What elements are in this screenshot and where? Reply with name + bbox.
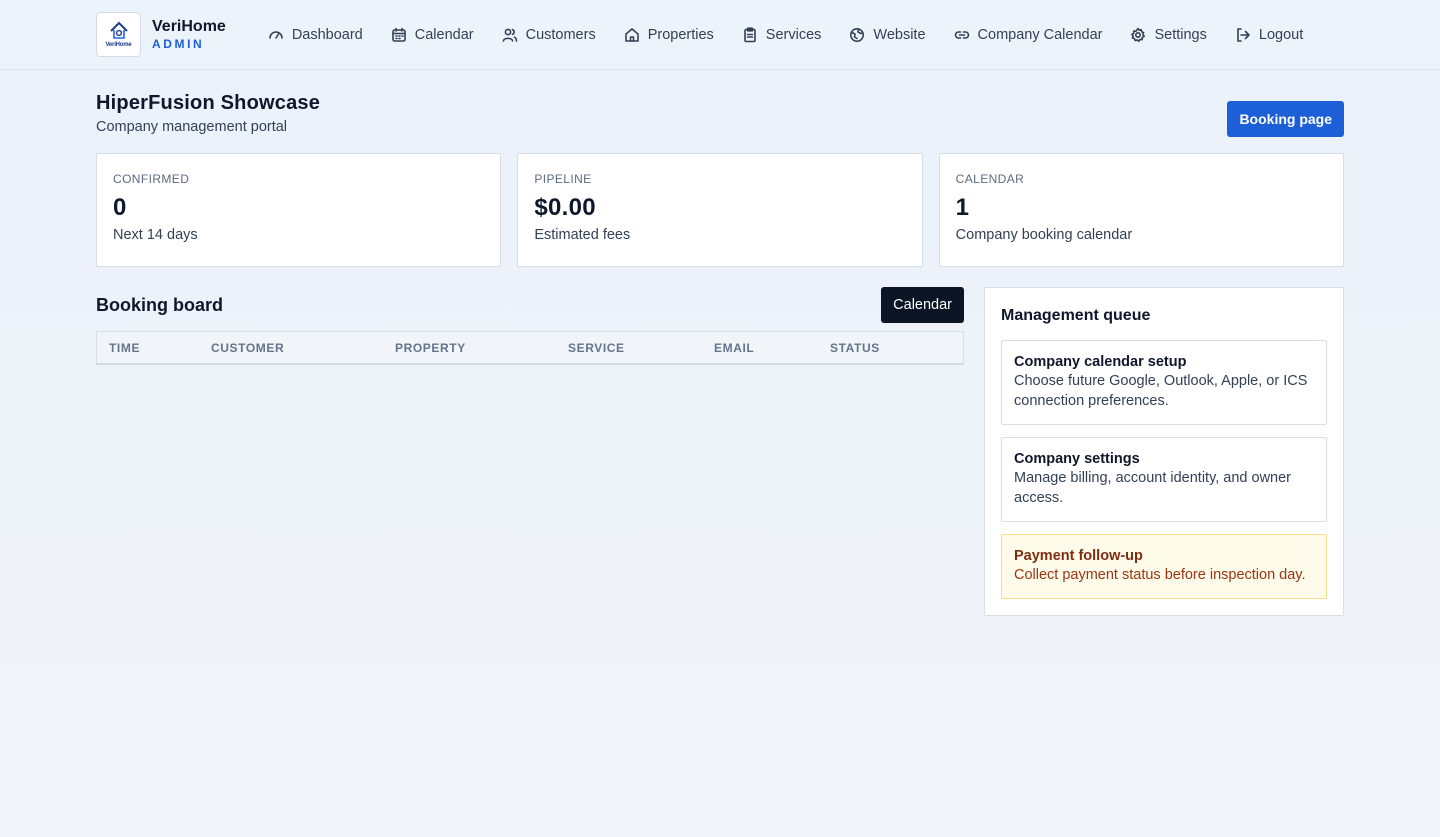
- management-queue: Management queue Company calendar setup …: [984, 287, 1344, 616]
- queue-item-payment-follow-up[interactable]: Payment follow-up Collect payment status…: [1001, 534, 1327, 599]
- globe-icon: [850, 27, 865, 42]
- nav-company-calendar[interactable]: Company Calendar: [954, 26, 1103, 43]
- nav-dashboard[interactable]: Dashboard: [268, 27, 363, 43]
- stat-label: Confirmed: [113, 172, 190, 186]
- stat-label: Calendar: [955, 172, 1025, 186]
- queue-item-title: Company calendar setup: [1014, 354, 1187, 370]
- main-content: HiperFusion Showcase Company management …: [0, 70, 1440, 616]
- nav-services[interactable]: Services: [742, 26, 822, 43]
- nav-label: Settings: [1154, 26, 1207, 43]
- stat-note: Next 14 days: [113, 227, 198, 243]
- house-logo-icon: [109, 21, 128, 39]
- queue-item-title: Company settings: [1014, 451, 1140, 467]
- booking-board-title: Booking board: [96, 294, 223, 315]
- brand[interactable]: VeriHome VeriHome ADMIN: [96, 12, 226, 57]
- booking-table-header: Time Customer Property Service Email Sta…: [96, 331, 964, 365]
- calendar-icon: [391, 27, 406, 42]
- main-nav: Dashboard Calendar Customers Properties …: [268, 27, 1303, 43]
- nav-label: Company Calendar: [977, 26, 1103, 43]
- stat-note: Estimated fees: [534, 227, 631, 243]
- dashboard-gauge-icon: [269, 30, 283, 39]
- calendar-button[interactable]: Calendar: [881, 287, 964, 323]
- nav-label: Website: [873, 26, 926, 43]
- column-header-email[interactable]: Email: [702, 341, 818, 355]
- column-header-property[interactable]: Property: [383, 341, 556, 355]
- nav-website[interactable]: Website: [849, 26, 926, 43]
- home-icon: [624, 27, 639, 42]
- lower-section: Booking board Calendar Time Customer Pro…: [96, 287, 1344, 616]
- nav-label: Services: [765, 26, 822, 43]
- queue-item-text: Collect payment status before inspection…: [1014, 567, 1306, 583]
- clipboard-icon: [743, 26, 756, 42]
- nav-label: Logout: [1258, 26, 1304, 43]
- stat-card-confirmed: Confirmed 0 Next 14 days: [96, 153, 502, 267]
- nav-label: Properties: [647, 26, 714, 43]
- nav-calendar[interactable]: Calendar: [391, 27, 474, 43]
- stat-label: Pipeline: [534, 172, 592, 186]
- nav-settings[interactable]: Settings: [1130, 26, 1207, 43]
- stat-note: Company booking calendar: [955, 227, 1133, 243]
- users-icon: [502, 28, 517, 42]
- stat-value: 0: [113, 194, 127, 221]
- booking-board: Booking board Calendar Time Customer Pro…: [96, 287, 964, 616]
- logout-icon: [1237, 27, 1250, 42]
- page-header: HiperFusion Showcase Company management …: [96, 70, 1344, 137]
- queue-item-text: Manage billing, account identity, and ow…: [1014, 470, 1292, 506]
- nav-properties[interactable]: Properties: [624, 27, 714, 43]
- top-navbar: VeriHome VeriHome ADMIN Dashboard Calend…: [0, 0, 1440, 70]
- column-header-service[interactable]: Service: [556, 341, 702, 355]
- page-subtitle: Company management portal: [96, 119, 288, 135]
- page-title: HiperFusion Showcase: [96, 92, 321, 114]
- column-header-customer[interactable]: Customer: [199, 341, 383, 355]
- logo: VeriHome: [96, 12, 141, 57]
- stat-value: 1: [955, 194, 970, 221]
- nav-label: Customers: [525, 26, 596, 43]
- stat-card-pipeline: Pipeline $0.00 Estimated fees: [517, 153, 923, 267]
- booking-page-button[interactable]: Booking page: [1227, 101, 1344, 137]
- link-icon: [954, 30, 969, 39]
- brand-name: VeriHome: [152, 18, 226, 35]
- column-header-status[interactable]: Status: [818, 341, 958, 355]
- column-header-time[interactable]: Time: [97, 341, 199, 355]
- nav-customers[interactable]: Customers: [502, 27, 596, 43]
- stats-row: Confirmed 0 Next 14 days Pipeline $0.00 …: [96, 153, 1344, 267]
- nav-label: Calendar: [414, 26, 474, 43]
- stat-card-calendar: Calendar 1 Company booking calendar: [938, 153, 1344, 267]
- logo-caption: VeriHome: [105, 42, 132, 48]
- queue-item-text: Choose future Google, Outlook, Apple, or…: [1014, 373, 1308, 409]
- nav-label: Dashboard: [291, 26, 363, 43]
- brand-role: ADMIN: [152, 37, 205, 51]
- stat-value: $0.00: [534, 194, 596, 221]
- gear-icon: [1131, 27, 1146, 42]
- management-queue-title: Management queue: [1001, 307, 1151, 324]
- queue-item-title: Payment follow-up: [1014, 548, 1143, 564]
- queue-item-calendar-setup[interactable]: Company calendar setup Choose future Goo…: [1001, 340, 1327, 425]
- nav-logout[interactable]: Logout: [1235, 27, 1303, 43]
- queue-item-company-settings[interactable]: Company settings Manage billing, account…: [1001, 437, 1327, 522]
